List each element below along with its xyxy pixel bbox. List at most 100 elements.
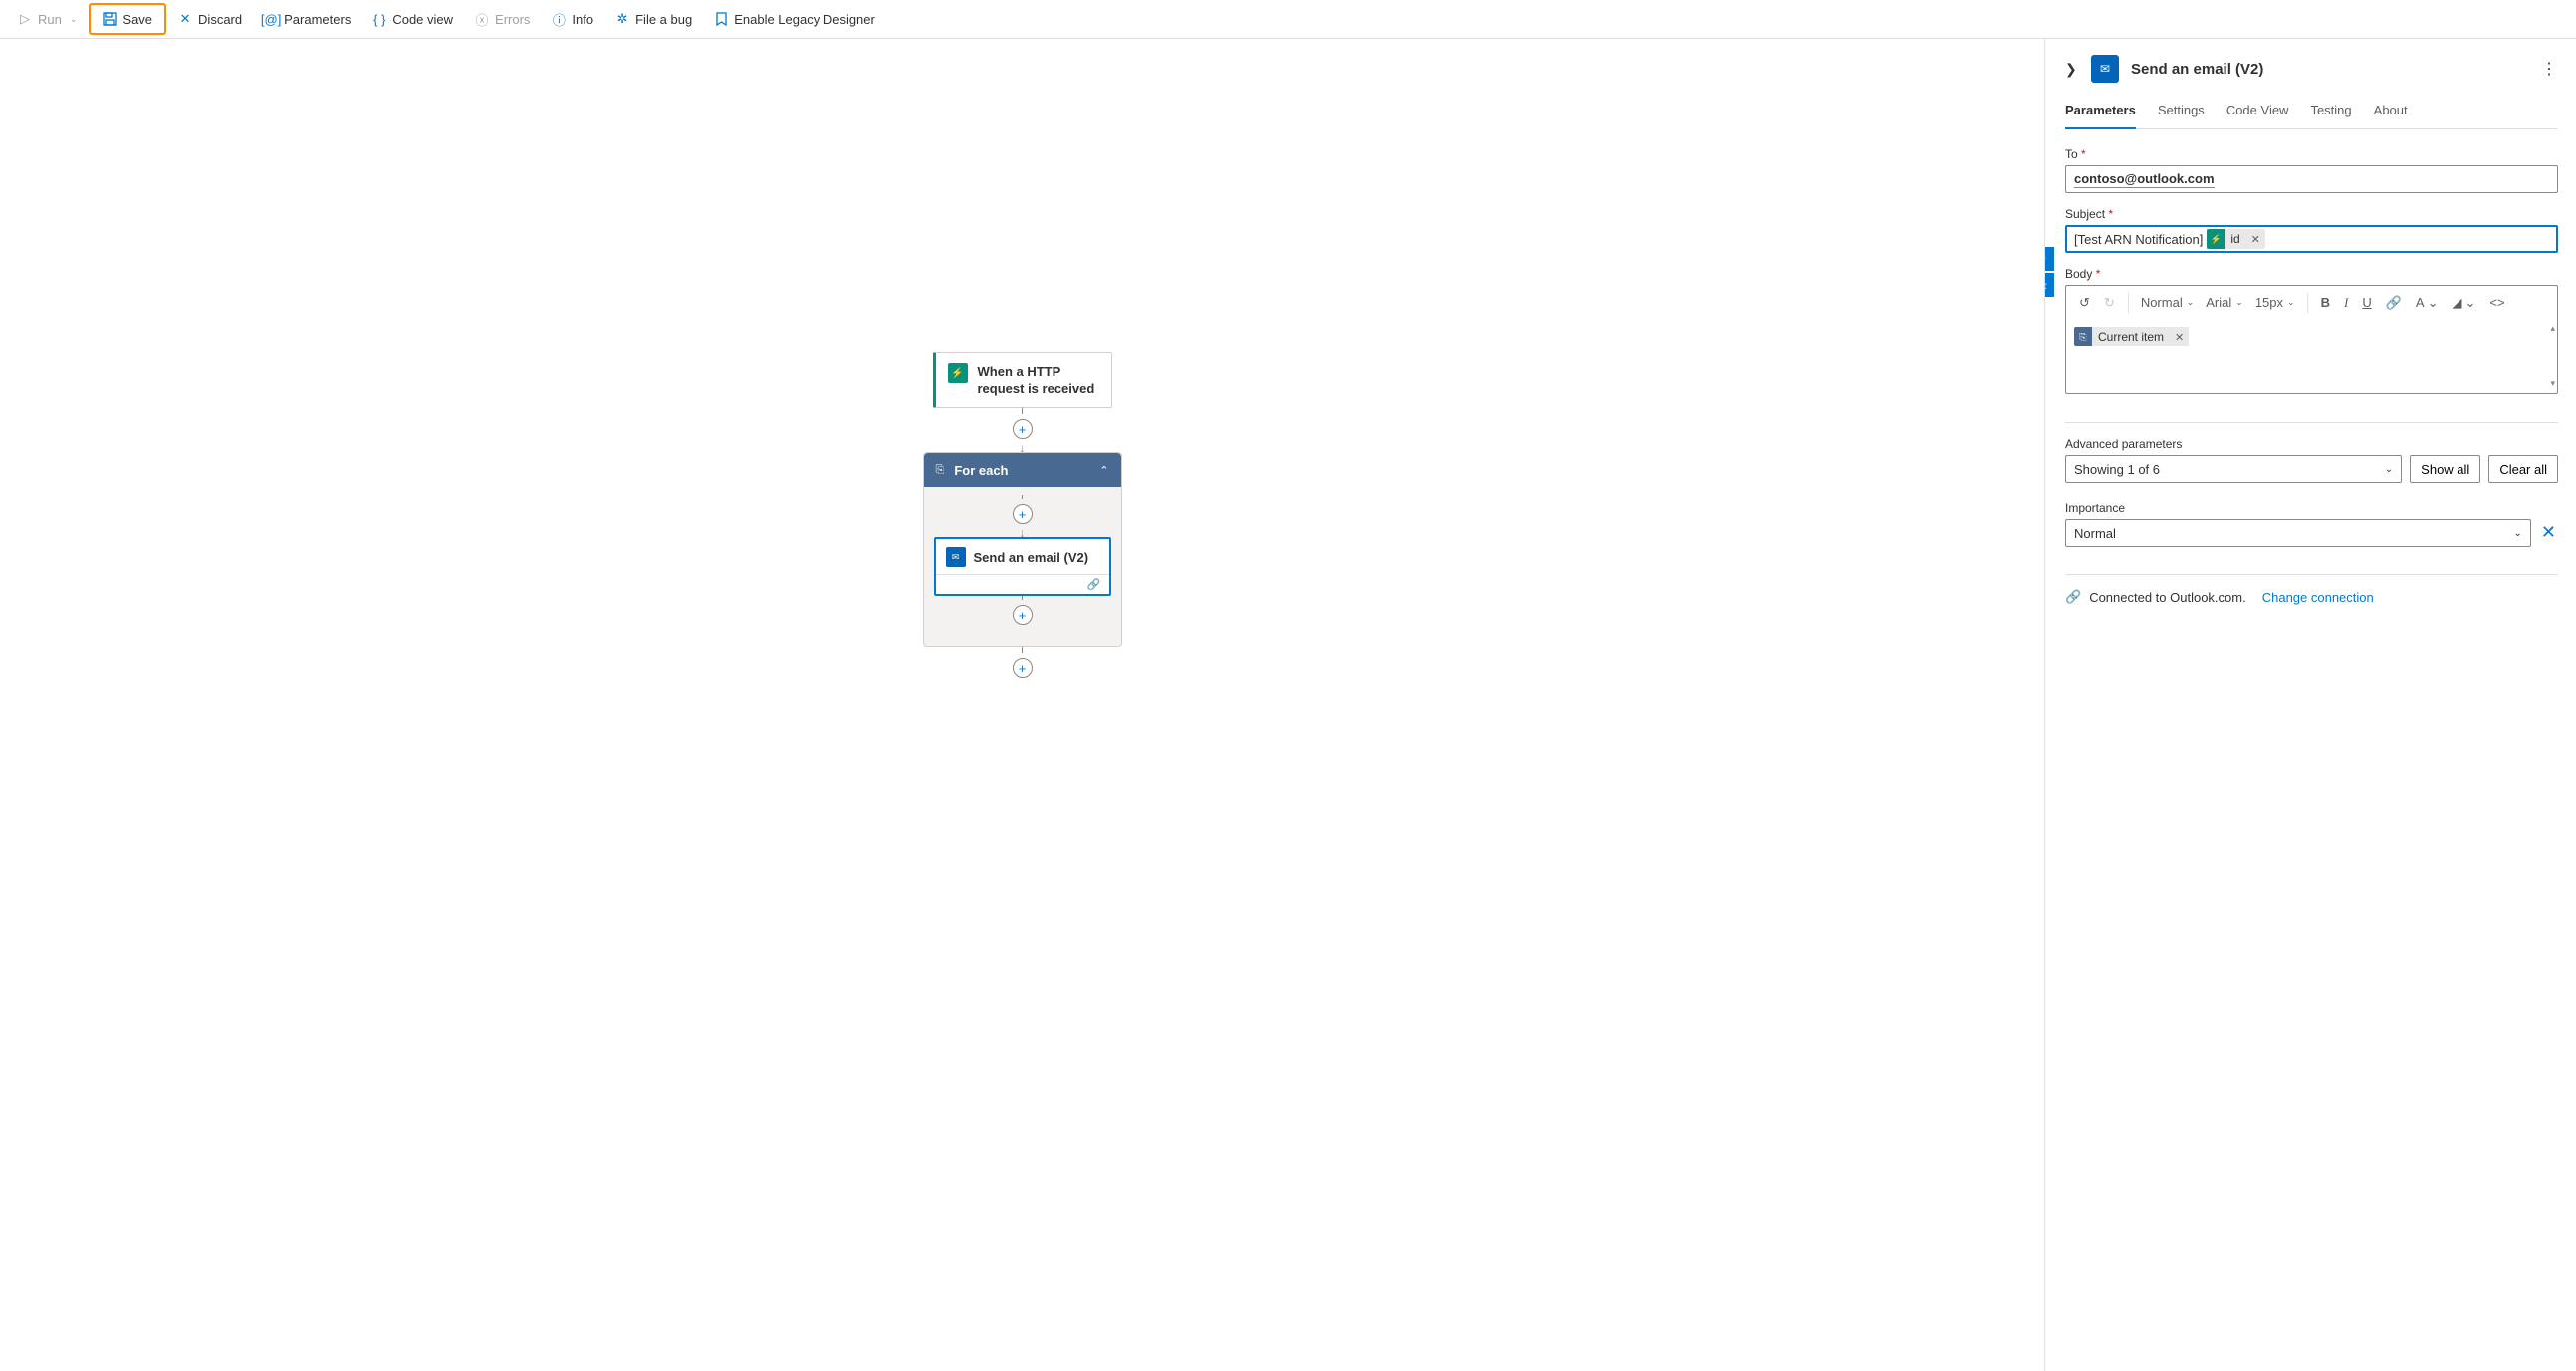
action-label: Send an email (V2) [974, 550, 1089, 565]
redo-button[interactable]: ↻ [2099, 292, 2120, 314]
send-email-node[interactable]: ✉ Send an email (V2) 🔗 [934, 537, 1111, 596]
remove-token-button[interactable]: ✕ [2170, 331, 2189, 343]
save-label: Save [122, 12, 152, 27]
subject-token[interactable]: ⚡ id ✕ [2207, 229, 2265, 249]
change-connection-link[interactable]: Change connection [2262, 590, 2374, 605]
rich-text-toolbar: ↺ ↻ Normal⌄ Arial⌄ 15px⌄ B I U 🔗 A⌄ ◢⌄ <… [2065, 285, 2558, 319]
http-icon: ⚡ [948, 363, 968, 383]
trigger-label: When a HTTP request is received [978, 363, 1099, 397]
expression-button[interactable]: ƒx [2044, 272, 2055, 298]
file-bug-button[interactable]: ✲ File a bug [605, 5, 702, 33]
tab-settings[interactable]: Settings [2158, 103, 2205, 128]
underline-button[interactable]: U [2357, 292, 2376, 313]
panel-title: Send an email (V2) [2131, 61, 2529, 78]
token-icon: ⎘ [2074, 327, 2092, 346]
show-all-button[interactable]: Show all [2410, 455, 2480, 483]
arrow-icon: ↓ [1020, 529, 1026, 537]
save-highlight: Save [89, 3, 166, 35]
advanced-params-dropdown[interactable]: Showing 1 of 6 ⌄ [2065, 455, 2402, 483]
to-value: contoso@outlook.com [2074, 171, 2215, 188]
subject-label: Subject * [2065, 207, 2558, 221]
importance-value: Normal [2074, 526, 2116, 541]
collapse-panel-button[interactable]: ❯ [2065, 61, 2079, 78]
legacy-designer-button[interactable]: Enable Legacy Designer [704, 5, 885, 33]
body-label: Body * [2065, 267, 2558, 281]
link-button[interactable]: 🔗 [2381, 292, 2407, 314]
code-view-button[interactable]: { } Code view [362, 5, 463, 33]
bug-icon: ✲ [615, 12, 629, 26]
info-icon: ⓘ [552, 12, 566, 26]
code-button[interactable]: <> [2484, 292, 2509, 313]
info-label: Info [572, 12, 593, 27]
file-bug-label: File a bug [635, 12, 692, 27]
legacy-label: Enable Legacy Designer [734, 12, 875, 27]
body-field[interactable]: ⎘ Current item ✕ ▴▾ [2065, 319, 2558, 394]
info-button[interactable]: ⓘ Info [542, 5, 603, 33]
tab-about[interactable]: About [2374, 103, 2408, 128]
arrow-icon: ↓ [1020, 444, 1026, 452]
errors-button[interactable]: ⓧ Errors [465, 5, 540, 33]
parameters-icon: [@] [264, 12, 278, 26]
remove-token-button[interactable]: ✕ [2246, 233, 2265, 246]
run-button[interactable]: ▷ Run ⌄ [8, 5, 87, 33]
divider [2065, 422, 2558, 423]
chevron-down-icon: ⌄ [2514, 528, 2522, 539]
properties-panel: ⚡ ƒx ❯ ✉ Send an email (V2) ⋮ Parameters… [2044, 39, 2576, 1371]
foreach-header[interactable]: ⎘ For each ⌃ [924, 453, 1121, 487]
advanced-params-label: Advanced parameters [2065, 437, 2402, 451]
to-field[interactable]: contoso@outlook.com [2065, 165, 2558, 193]
font-style-dropdown[interactable]: Normal⌄ [2137, 292, 2198, 313]
code-view-label: Code view [392, 12, 453, 27]
bookmark-icon [714, 12, 728, 26]
tab-code-view[interactable]: Code View [2226, 103, 2289, 128]
add-step-button[interactable]: + [1013, 605, 1033, 625]
scroll-indicator: ▴▾ [2550, 323, 2555, 389]
body-token[interactable]: ⎘ Current item ✕ [2074, 327, 2189, 346]
braces-icon: { } [372, 12, 386, 26]
to-label: To * [2065, 147, 2558, 161]
chevron-up-icon: ⌃ [1099, 464, 1108, 477]
foreach-node[interactable]: ⎘ For each ⌃ + ↓ ✉ Send an email (V2) [923, 452, 1122, 647]
save-button[interactable]: Save [93, 5, 162, 33]
play-icon: ▷ [18, 12, 32, 26]
token-picker-rail: ⚡ ƒx [2044, 246, 2055, 298]
parameters-label: Parameters [284, 12, 351, 27]
token-label: id [2225, 232, 2245, 246]
more-options-button[interactable]: ⋮ [2541, 59, 2558, 79]
font-color-button[interactable]: A⌄ [2411, 292, 2444, 314]
loop-icon: ⎘ [936, 464, 945, 477]
parameters-button[interactable]: [@] Parameters [254, 5, 360, 33]
remove-importance-button[interactable]: ✕ [2539, 522, 2558, 547]
tab-testing[interactable]: Testing [2310, 103, 2351, 128]
undo-button[interactable]: ↺ [2074, 292, 2095, 314]
trigger-node[interactable]: ⚡ When a HTTP request is received [933, 352, 1112, 408]
importance-dropdown[interactable]: Normal ⌄ [2065, 519, 2531, 547]
errors-label: Errors [495, 12, 530, 27]
connection-icon: 🔗 [2065, 589, 2081, 605]
panel-tabs: Parameters Settings Code View Testing Ab… [2065, 103, 2558, 129]
add-step-button[interactable]: + [1013, 504, 1033, 524]
token-label: Current item [2092, 330, 2170, 343]
chevron-down-icon: ⌄ [70, 14, 78, 25]
clear-all-button[interactable]: Clear all [2488, 455, 2558, 483]
close-icon: ✕ [178, 12, 192, 26]
font-family-dropdown[interactable]: Arial⌄ [2202, 292, 2247, 313]
subject-field[interactable]: [Test ARN Notification] ⚡ id ✕ [2065, 225, 2558, 253]
discard-button[interactable]: ✕ Discard [168, 5, 252, 33]
add-step-button[interactable]: + [1013, 419, 1033, 439]
toolbar: ▷ Run ⌄ Save ✕ Discard [@] Parameters { … [0, 0, 2576, 39]
discard-label: Discard [198, 12, 242, 27]
italic-button[interactable]: I [2339, 292, 2353, 314]
connected-text: Connected to Outlook.com. [2089, 590, 2246, 605]
importance-label: Importance [2065, 501, 2531, 515]
chevron-down-icon: ⌄ [2385, 464, 2393, 475]
tab-parameters[interactable]: Parameters [2065, 103, 2136, 129]
add-step-button[interactable]: + [1013, 658, 1033, 678]
save-icon [103, 12, 117, 26]
bold-button[interactable]: B [2316, 292, 2335, 313]
font-size-dropdown[interactable]: 15px⌄ [2251, 292, 2299, 313]
highlight-button[interactable]: ◢⌄ [2447, 292, 2480, 314]
run-label: Run [38, 12, 62, 27]
dynamic-content-button[interactable]: ⚡ [2044, 246, 2055, 272]
designer-canvas[interactable]: ⚡ When a HTTP request is received + ↓ ⎘ … [0, 39, 2044, 1371]
